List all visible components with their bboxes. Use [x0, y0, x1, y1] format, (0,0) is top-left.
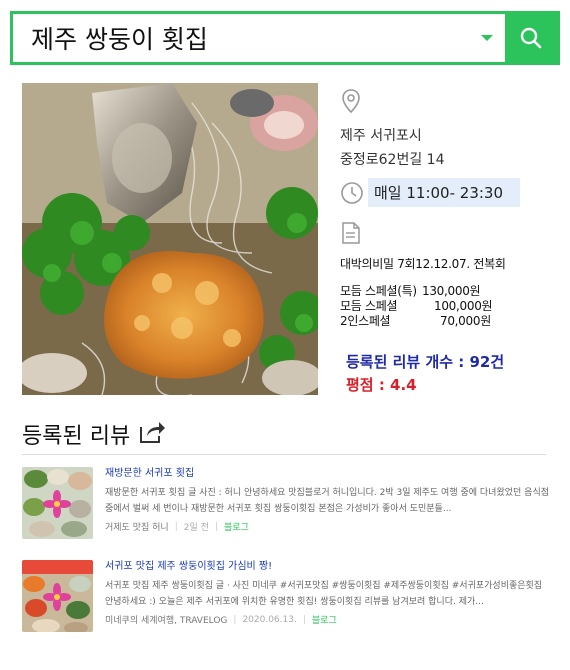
review-date: 2020.06.13.	[242, 614, 297, 625]
review-meta: 미네쿠의 세계여행, TRAVELOG | 2020.06.13. | 블로그	[105, 613, 552, 627]
review-author: 미네쿠의 세계여행, TRAVELOG	[105, 616, 228, 626]
price-value: 100,000원	[434, 299, 493, 313]
price-name: 2인스페셜	[340, 314, 391, 328]
address-line-1: 제주 서귀포시	[340, 128, 422, 144]
meta-separator: |	[214, 521, 218, 532]
hours-row: 매일 11:00- 23:30	[340, 178, 555, 207]
price-name: 모듬 스페셜(특)	[340, 284, 417, 298]
meta-separator: |	[302, 614, 306, 625]
share-icon[interactable]	[138, 419, 166, 449]
rating: 평점 : 4.4	[346, 376, 417, 394]
menu-title: 대박의비밀 7회12.12.07. 전복회	[340, 257, 506, 271]
clock-icon	[341, 181, 363, 204]
review-body: 재방문한 서귀포 횟집 재방문한 서귀포 횟집 글 사진 : 허니 안녕하세요 …	[105, 467, 552, 539]
review-source-link[interactable]: 블로그	[312, 613, 337, 626]
review-title-link[interactable]: 재방문한 서귀포 횟집	[105, 467, 552, 481]
price-value: 70,000원	[440, 314, 491, 328]
place-info: 제주 서귀포시 중정로62번길 14 매일 11:00- 23:30 대박의비밀…	[340, 88, 555, 395]
search-bar	[10, 11, 560, 65]
review-body: 서귀포 맛집 제주 쌍둥이횟집 가심비 짱! 서귀포 맛집 제주 쌍둥이횟집 글…	[105, 560, 552, 632]
meta-separator: |	[233, 614, 237, 625]
chevron-down-icon	[481, 35, 493, 41]
address-line-2: 중정로62번길 14	[340, 152, 445, 168]
restaurant-photo	[22, 83, 318, 395]
document-icon	[340, 221, 555, 249]
price-name: 모듬 스페셜	[340, 299, 398, 313]
price-row: 2인스페셜 70,000원	[340, 314, 555, 329]
divider	[22, 454, 546, 455]
review-date: 2일 전	[183, 523, 209, 533]
search-input[interactable]	[13, 14, 469, 62]
location-pin-icon	[340, 88, 555, 118]
review-thumbnail	[22, 467, 93, 539]
reviews-title: 등록된 리뷰	[22, 424, 131, 449]
search-button[interactable]	[505, 14, 557, 62]
search-icon	[520, 27, 542, 49]
meta-separator: |	[174, 521, 178, 532]
review-author: 거제도 맛집 허니	[105, 523, 169, 533]
review-item[interactable]: 재방문한 서귀포 횟집 재방문한 서귀포 횟집 글 사진 : 허니 안녕하세요 …	[22, 467, 552, 539]
review-meta: 거제도 맛집 허니 | 2일 전 | 블로그	[105, 520, 552, 534]
reviews-heading: 등록된 리뷰	[22, 418, 166, 450]
price-list: 모듬 스페셜(특) 130,000원 모듬 스페셜 100,000원 2인스페셜…	[340, 284, 555, 329]
price-row: 모듬 스페셜 100,000원	[340, 299, 555, 314]
review-thumbnail	[22, 560, 93, 632]
review-snippet: 서귀포 맛집 제주 쌍둥이횟집 글 · 사진 미네쿠 #서귀포맛집 #쌍둥이횟집…	[105, 581, 543, 607]
review-source-link[interactable]: 블로그	[224, 520, 249, 533]
price-row: 모듬 스페셜(특) 130,000원	[340, 284, 555, 299]
review-title-link[interactable]: 서귀포 맛집 제주 쌍둥이횟집 가심비 짱!	[105, 560, 552, 574]
review-snippet: 재방문한 서귀포 횟집 글 사진 : 허니 안녕하세요 맛집블로거 허니입니다.…	[105, 488, 550, 514]
review-count: 등록된 리뷰 개수 : 92건	[346, 353, 505, 371]
review-item[interactable]: 서귀포 맛집 제주 쌍둥이횟집 가심비 짱! 서귀포 맛집 제주 쌍둥이횟집 글…	[22, 560, 552, 632]
opening-hours: 매일 11:00- 23:30	[368, 178, 520, 207]
search-dropdown-toggle[interactable]	[469, 14, 505, 62]
price-value: 130,000원	[422, 284, 481, 298]
review-stats: 등록된 리뷰 개수 : 92건 평점 : 4.4	[340, 351, 555, 395]
